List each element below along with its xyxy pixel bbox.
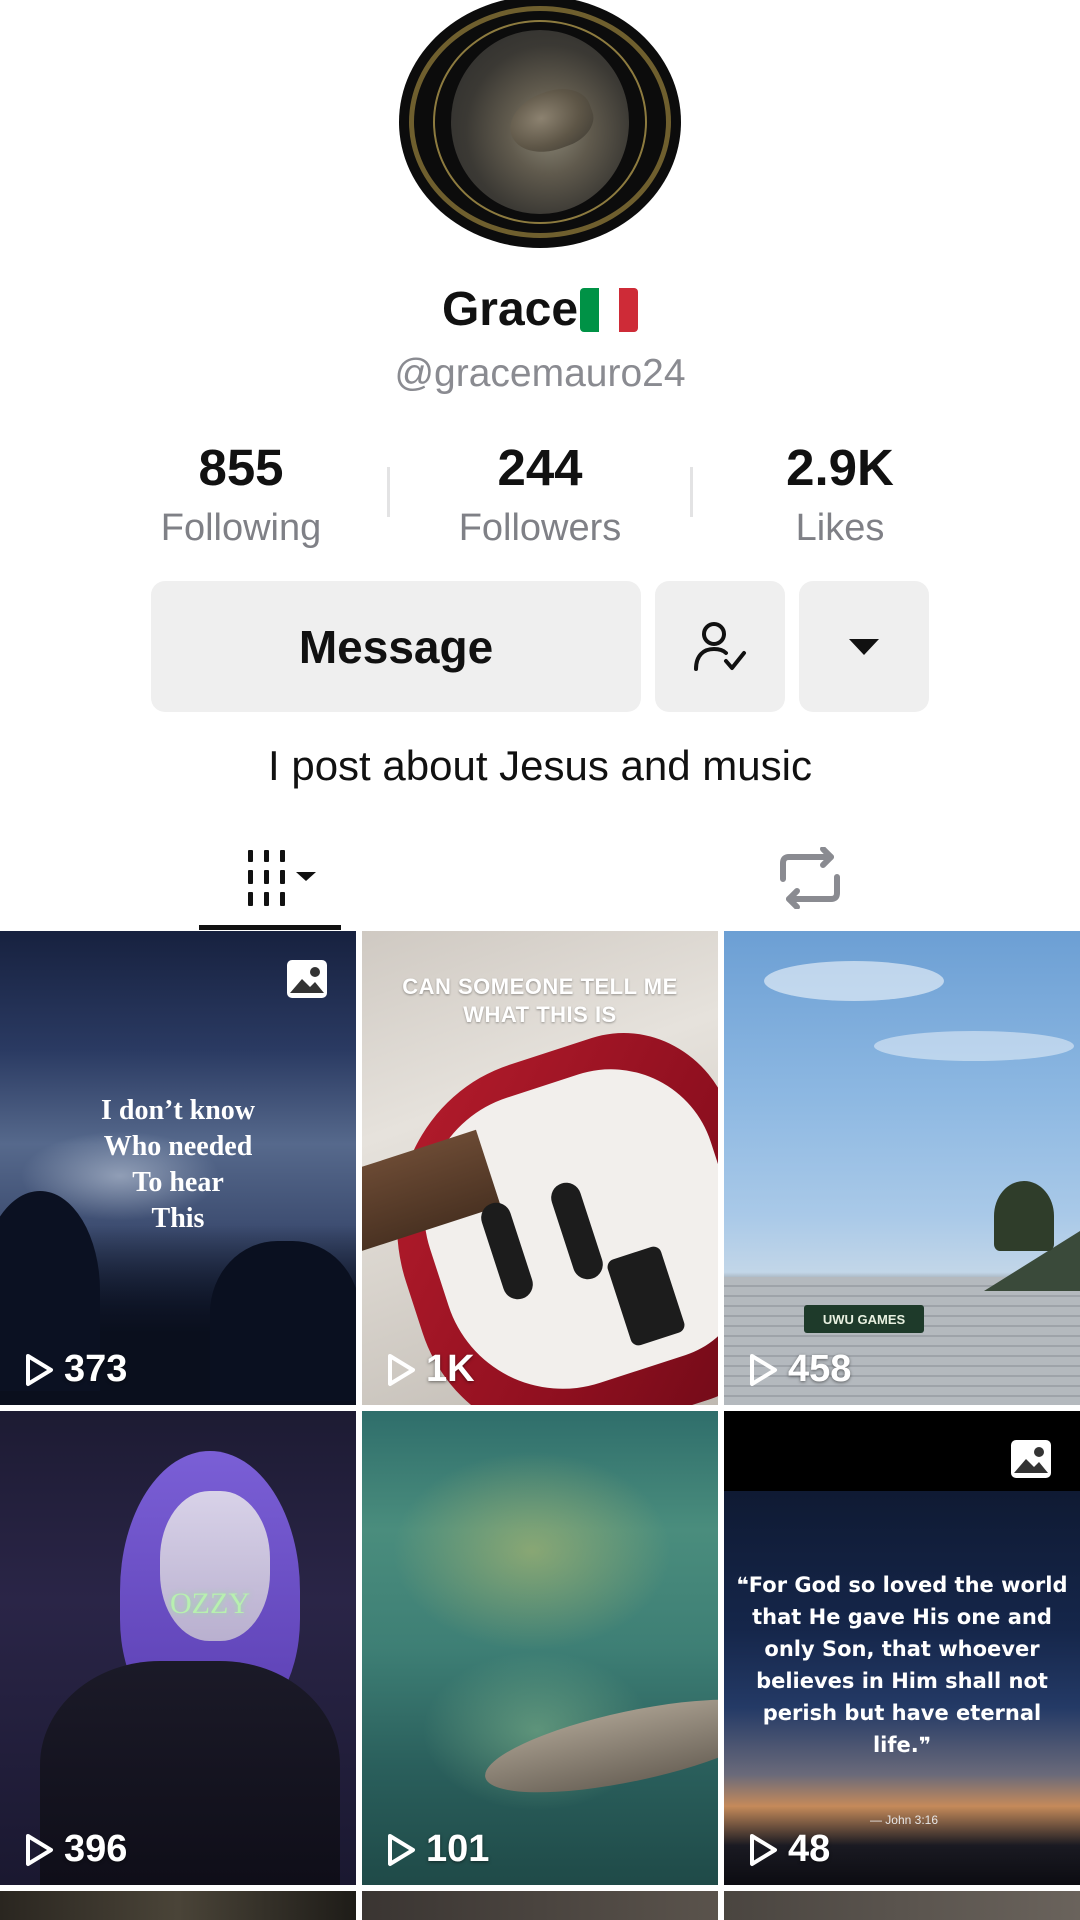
avatar-photo [451,30,629,214]
view-count-value: 373 [64,1348,128,1390]
video-tile[interactable]: UWU GAMES 458 [724,931,1080,1405]
video-tile[interactable]: 101 [362,1411,718,1885]
video-tile[interactable]: OZZY 396 [0,1411,356,1885]
verse-reference: — John 3:16 [869,1813,939,1827]
tab-reposts[interactable] [740,826,880,930]
video-tile[interactable]: CAN SOMEONE TELL ME WHAT THIS IS 1K [362,931,718,1405]
view-count: 101 [386,1828,489,1871]
play-icon [26,1353,53,1386]
video-caption: OZZY [170,1587,250,1620]
video-caption: CAN SOMEONE TELL ME WHAT THIS IS [402,974,678,1027]
tree-silhouette [994,1181,1054,1251]
profile-name: Grace [441,283,579,336]
view-count: 458 [748,1348,851,1391]
italy-flag-icon [580,287,639,332]
view-count-value: 1K [426,1348,475,1390]
view-count: 48 [748,1828,830,1871]
stat-label: Likes [795,507,885,549]
videos-grid-icon [248,850,316,906]
play-icon [750,1833,777,1866]
photo-post-icon [287,960,327,998]
video-tile[interactable] [724,1891,1080,1920]
view-count: 396 [24,1828,127,1871]
view-count-value: 101 [426,1828,490,1870]
play-icon [388,1833,415,1866]
store-sign-text: UWU GAMES [822,1311,906,1327]
view-count-value: 396 [64,1828,128,1870]
more-options-button[interactable] [799,581,929,712]
profile-tabs [0,826,1080,930]
play-icon [26,1833,53,1866]
stat-likes[interactable]: 2.9K Likes [720,440,960,550]
play-icon [750,1353,777,1386]
video-tile[interactable]: I don’t know Who needed To hear This 373 [0,931,356,1405]
view-count-value: 458 [788,1348,852,1390]
coral-shape [392,1451,672,1651]
stat-value: 2.9K [786,439,894,496]
following-status-button[interactable] [655,581,785,712]
stat-followers[interactable]: 244 Followers [420,440,660,550]
profile-avatar[interactable] [399,0,681,248]
video-tile[interactable] [0,1891,356,1920]
avatar-cat-image [501,79,601,163]
profile-stats: 855 Following 244 Followers 2.9K Likes [0,440,1080,550]
video-caption: ❝For God so loved the world that He gave… [736,1573,1068,1757]
cloud-shape [764,961,944,1001]
video-tile[interactable] [362,1891,718,1920]
stat-divider [387,467,390,517]
caret-down-icon [849,638,879,655]
stat-value: 244 [497,439,583,496]
video-caption: I don’t know Who needed To hear This [100,1095,256,1234]
tab-videos[interactable] [199,826,341,930]
stat-divider [690,467,693,517]
stat-label: Followers [458,507,622,549]
repost-icon [780,847,840,909]
profile-name-row: Grace [0,282,1080,337]
cloud-shape [874,1031,1074,1061]
stat-label: Following [160,507,322,549]
profile-bio: I post about Jesus and music [268,742,812,789]
photo-post-icon [1011,1440,1051,1478]
message-button[interactable]: Message [151,581,641,712]
profile-handle: @gracemauro24 [394,352,686,395]
view-count-value: 48 [788,1828,831,1870]
store-sign: UWU GAMES [804,1305,924,1333]
video-tile[interactable]: ❝For God so loved the world that He gave… [724,1411,1080,1885]
tree-silhouette [210,1241,356,1401]
stat-value: 855 [198,439,284,496]
person-check-icon [694,621,746,671]
view-count: 1K [386,1348,475,1391]
stat-following[interactable]: 855 Following [121,440,361,550]
view-count: 373 [24,1348,127,1391]
play-icon [388,1353,415,1386]
active-tab-indicator [199,925,341,930]
